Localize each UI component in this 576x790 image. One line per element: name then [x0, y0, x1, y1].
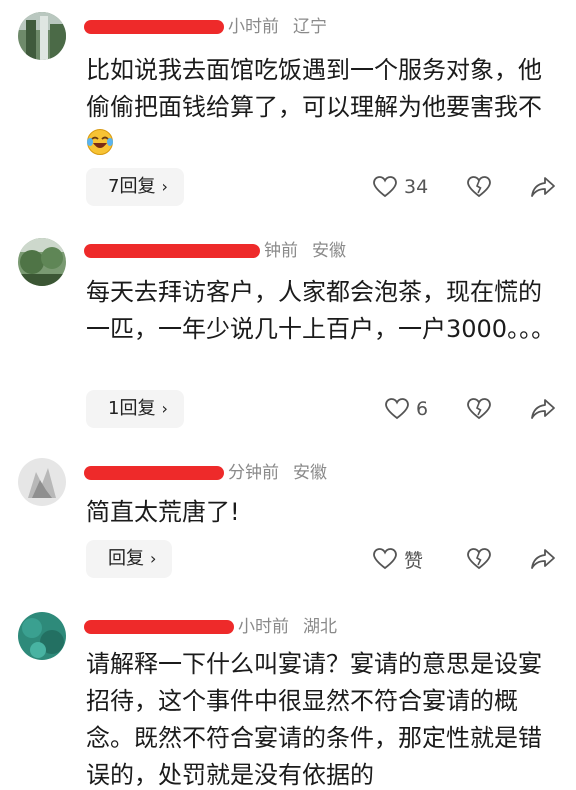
- heart-outline-icon: [373, 176, 397, 198]
- like-button[interactable]: 6: [384, 394, 428, 424]
- comment-feed: 小时前 辽宁 比如说我去面馆吃饭遇到一个服务对象，他偷偷把面钱给算了，可以理解为他…: [0, 0, 576, 790]
- comment-meta: 小时前 湖北: [84, 612, 337, 642]
- chevron-right-icon: ›: [150, 549, 157, 568]
- comment-location: 安徽: [293, 463, 327, 483]
- avatar[interactable]: [18, 238, 66, 286]
- share-arrow-icon: [531, 399, 555, 419]
- redacted-username: [84, 20, 224, 34]
- comment-location: 安徽: [312, 241, 346, 261]
- heart-outline-icon: [385, 398, 409, 420]
- comment-meta: 分钟前 安徽: [84, 458, 327, 488]
- like-button[interactable]: 34: [372, 172, 428, 202]
- heart-outline-icon: [373, 548, 397, 570]
- share-arrow-icon: [531, 549, 555, 569]
- chevron-right-icon: ›: [161, 177, 168, 196]
- like-button[interactable]: 赞: [372, 544, 423, 574]
- share-button[interactable]: [530, 172, 556, 202]
- comment-text: 简直太荒唐了!: [86, 498, 240, 526]
- comment-time: 小时前: [238, 617, 289, 637]
- share-arrow-icon: [531, 177, 555, 197]
- like-count: 6: [416, 398, 429, 420]
- broken-heart-icon: [467, 398, 491, 420]
- comment-location: 辽宁: [293, 17, 327, 37]
- replies-button[interactable]: 1回复 ›: [86, 390, 184, 428]
- dislike-button[interactable]: [466, 394, 492, 424]
- comment-meta: 小时前 辽宁: [84, 12, 327, 42]
- comment-location: 湖北: [303, 617, 337, 637]
- comment-meta: 钟前 安徽: [84, 236, 346, 266]
- comment-text: 比如说我去面馆吃饭遇到一个服务对象，他偷偷把面钱给算了，可以理解为他要害我不: [86, 52, 556, 163]
- share-button[interactable]: [530, 544, 556, 574]
- crying-laughing-emoji: [86, 128, 114, 156]
- chevron-right-icon: ›: [161, 399, 168, 418]
- replies-button[interactable]: 回复 ›: [86, 540, 173, 578]
- comment-time: 钟前: [264, 241, 298, 261]
- comment-text: 每天去拜访客户，人家都会泡茶，现在慌的一匹，一年少说几十上百户，一户3000。。…: [86, 278, 556, 343]
- avatar[interactable]: [18, 612, 66, 660]
- comment-time: 小时前: [228, 17, 279, 37]
- comment-time: 分钟前: [228, 463, 279, 483]
- avatar[interactable]: [18, 12, 66, 60]
- share-button[interactable]: [530, 394, 556, 424]
- avatar[interactable]: [18, 458, 66, 506]
- broken-heart-icon: [467, 548, 491, 570]
- comment-text: 请解释一下什么叫宴请？宴请的意思是设宴招待，这个事件中很显然不符合宴请的概念。既…: [86, 650, 542, 789]
- redacted-username: [84, 620, 234, 634]
- broken-heart-icon: [467, 176, 491, 198]
- like-count: 34: [404, 176, 429, 198]
- replies-button[interactable]: 7回复 ›: [86, 168, 184, 206]
- redacted-username: [84, 466, 224, 480]
- redacted-username: [84, 244, 260, 258]
- like-count: 赞: [404, 549, 424, 572]
- dislike-button[interactable]: [466, 172, 492, 202]
- dislike-button[interactable]: [466, 544, 492, 574]
